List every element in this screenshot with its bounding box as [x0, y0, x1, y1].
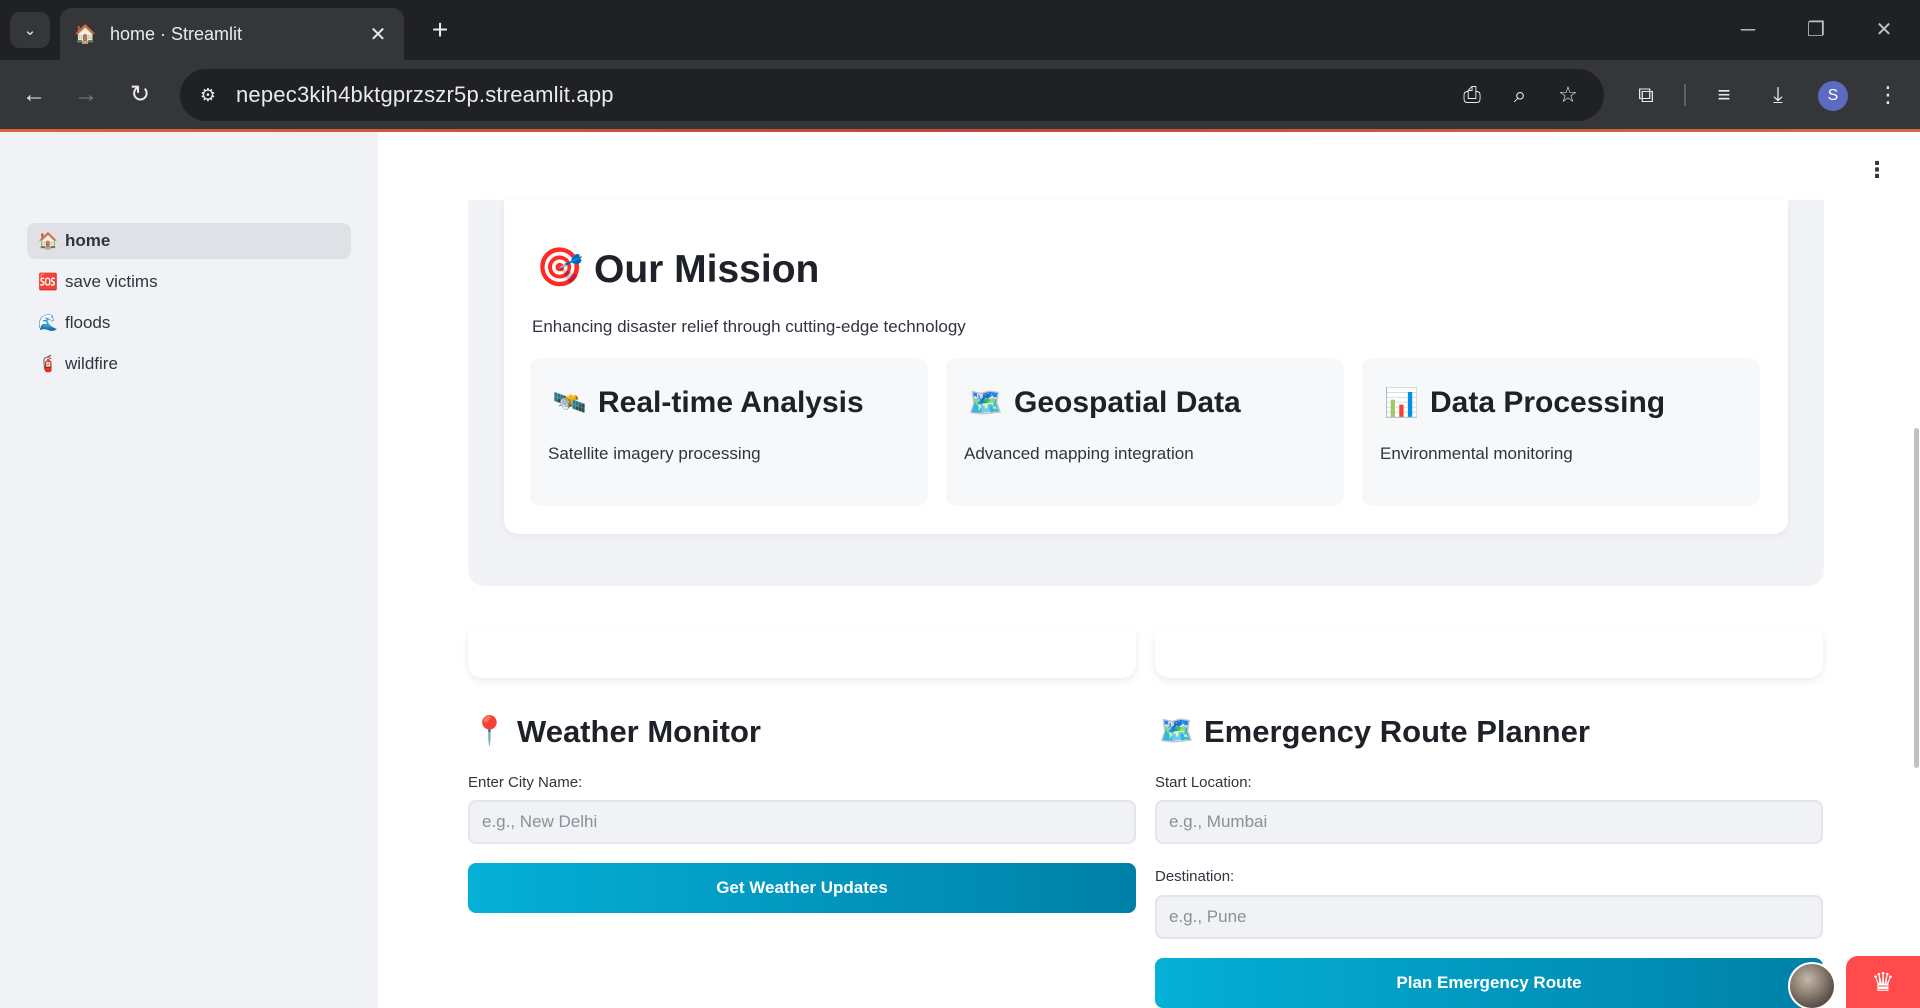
main-content: ⋮ 🎯 Our Mission Enhancing disaster relie…	[378, 132, 1920, 1008]
destination-input[interactable]	[1155, 895, 1823, 939]
start-location-input[interactable]	[1155, 800, 1823, 844]
map-icon: 🗺️	[1159, 715, 1194, 746]
route-card-top	[1155, 630, 1823, 678]
get-weather-button[interactable]: Get Weather Updates	[468, 863, 1136, 913]
feature-title: Data Processing	[1430, 386, 1666, 419]
pin-icon: 📍	[472, 715, 507, 746]
creator-avatar[interactable]	[1788, 962, 1836, 1008]
minimize-icon[interactable]: ─	[1728, 10, 1768, 50]
tab-close-icon[interactable]: ✕	[366, 22, 390, 47]
mission-subtitle: Enhancing disaster relief through cuttin…	[532, 317, 966, 336]
close-window-icon[interactable]: ✕	[1864, 10, 1904, 50]
sidebar-item-wildfire[interactable]: 🧯 wildfire	[27, 346, 351, 382]
city-label: Enter City Name:	[468, 774, 583, 791]
mission-container: 🎯 Our Mission Enhancing disaster relief …	[468, 200, 1824, 586]
satellite-icon: 🛰️	[552, 387, 587, 418]
tab-title: home · Streamlit	[110, 23, 243, 44]
plan-route-button[interactable]: Plan Emergency Route	[1155, 958, 1823, 1008]
feature-title: Geospatial Data	[1014, 386, 1241, 419]
feature-description: Advanced mapping integration	[964, 444, 1194, 463]
sidebar-item-label: home	[65, 231, 111, 250]
bar-chart-icon: 📊	[1384, 387, 1419, 418]
start-location-label: Start Location:	[1155, 774, 1252, 791]
forward-arrow-icon[interactable]: →	[68, 77, 104, 113]
firefighter-icon: 🧯	[38, 356, 58, 373]
destination-label: Destination:	[1155, 868, 1235, 885]
zoom-icon[interactable]: ⌕	[1504, 79, 1536, 111]
streamlit-crown-icon[interactable]: ♛	[1846, 956, 1920, 1008]
browser-toolbar: ← → ↻ ⚙ nepec3kih4bktgprzszr5p.streamlit…	[0, 60, 1920, 130]
download-icon[interactable]: ⤓	[1762, 79, 1794, 111]
toolbar-separator	[1684, 84, 1686, 106]
feature-card-geospatial: 🗺️ Geospatial Data Advanced mapping inte…	[946, 358, 1344, 506]
sidebar-item-label: wildfire	[65, 354, 118, 373]
map-icon: 🗺️	[968, 387, 1003, 418]
bookmark-star-icon[interactable]: ☆	[1552, 79, 1584, 111]
feature-description: Satellite imagery processing	[548, 444, 761, 463]
wave-icon: 🌊	[38, 315, 58, 332]
feature-card-realtime: 🛰️ Real-time Analysis Satellite imagery …	[530, 358, 928, 506]
weather-card-top	[468, 630, 1136, 678]
sidebar-item-home[interactable]: 🏠 home	[27, 223, 351, 259]
mission-title: Our Mission	[594, 248, 820, 291]
browser-tab[interactable]: 🏠 home · Streamlit ✕	[60, 8, 404, 60]
weather-section-title: Weather Monitor	[517, 714, 761, 749]
city-input[interactable]	[468, 800, 1136, 844]
install-app-icon[interactable]: ⎙	[1456, 79, 1488, 111]
scrollbar-thumb[interactable]	[1914, 428, 1919, 768]
feature-title: Real-time Analysis	[598, 386, 864, 419]
sidebar: 🏠 home 🆘 save victims 🌊 floods 🧯 wildfir…	[0, 132, 378, 1008]
sidebar-item-label: floods	[65, 313, 111, 332]
tab-favicon-icon: 🏠	[74, 24, 97, 44]
media-queue-icon[interactable]: ≡	[1708, 79, 1740, 111]
sos-icon: 🆘	[38, 274, 58, 291]
restore-icon[interactable]: ❐	[1796, 10, 1836, 50]
back-arrow-icon[interactable]: ←	[16, 77, 52, 113]
route-section-title: Emergency Route Planner	[1204, 714, 1590, 749]
reload-icon[interactable]: ↻	[122, 77, 158, 113]
feature-card-processing: 📊 Data Processing Environmental monitori…	[1362, 358, 1760, 506]
sidebar-item-save-victims[interactable]: 🆘 save victims	[27, 264, 351, 300]
site-info-icon[interactable]: ⚙	[190, 77, 226, 113]
url-text[interactable]: nepec3kih4bktgprzszr5p.streamlit.app	[236, 82, 614, 108]
address-bar[interactable]: ⚙ nepec3kih4bktgprzszr5p.streamlit.app ⎙…	[180, 69, 1604, 121]
extensions-puzzle-icon[interactable]: ⧉	[1630, 79, 1662, 111]
browser-menu-icon[interactable]: ⋮	[1872, 79, 1904, 111]
house-icon: 🏠	[38, 233, 58, 250]
browser-tabstrip: ⌄ 🏠 home · Streamlit ✕ + ─ ❐ ✕	[0, 0, 1920, 60]
tab-search-chevron-icon[interactable]: ⌄	[10, 12, 50, 48]
new-tab-plus-icon[interactable]: +	[424, 14, 456, 46]
sidebar-item-label: save victims	[65, 272, 158, 291]
sidebar-item-floods[interactable]: 🌊 floods	[27, 305, 351, 341]
profile-avatar[interactable]: S	[1818, 81, 1848, 111]
feature-description: Environmental monitoring	[1380, 444, 1573, 463]
mission-card: 🎯 Our Mission Enhancing disaster relief …	[504, 200, 1788, 534]
app-menu-icon[interactable]: ⋮	[1866, 158, 1888, 182]
target-icon: 🎯	[536, 247, 584, 289]
